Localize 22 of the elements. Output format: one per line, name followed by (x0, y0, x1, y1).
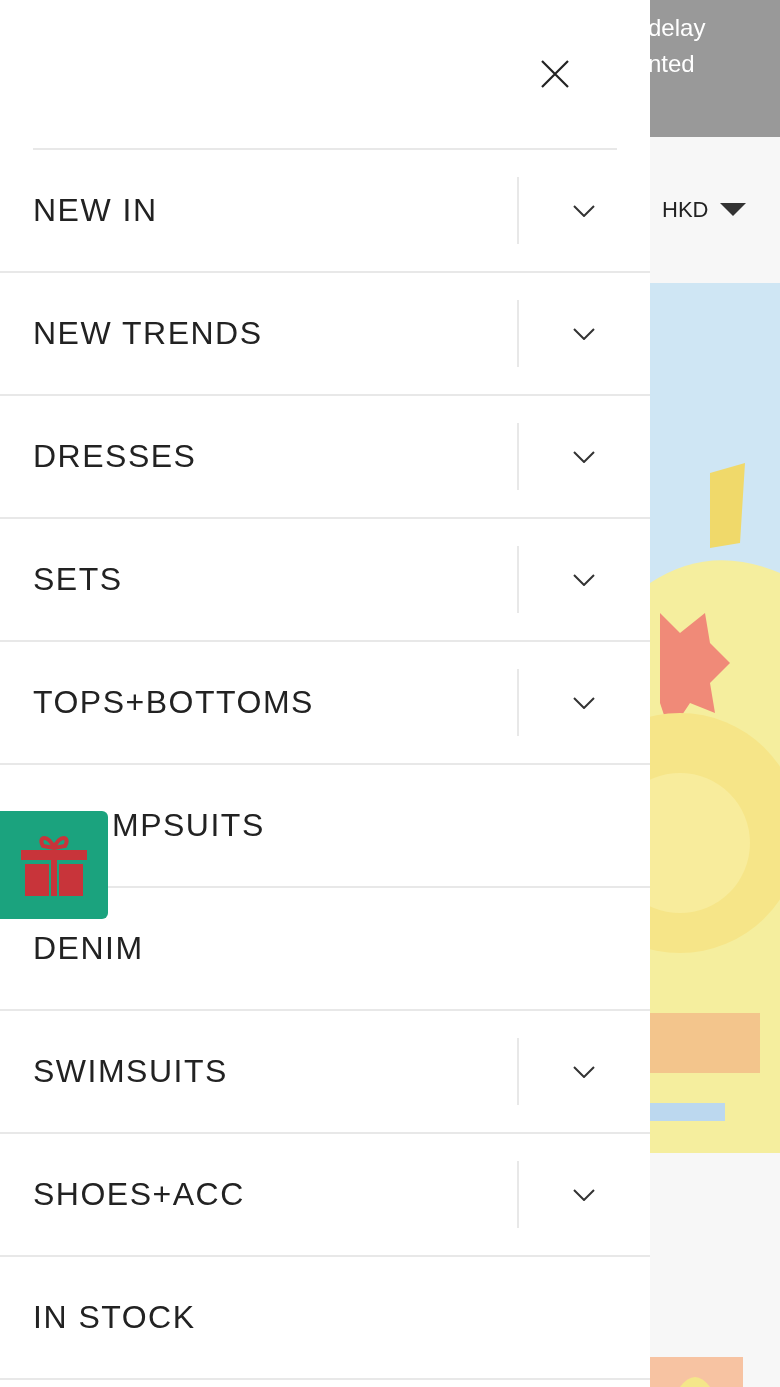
menu-item[interactable]: MPSUITS (112, 807, 265, 844)
caret-icon[interactable] (720, 203, 747, 217)
menu-item[interactable]: DRESSES (33, 438, 197, 475)
gift-icon (21, 834, 87, 896)
chevron-down-icon[interactable] (573, 1065, 595, 1078)
chevron-down-icon[interactable] (573, 450, 595, 463)
menu-item[interactable]: TOPS+BOTTOMS (33, 684, 314, 721)
menu-item[interactable]: SHOES+ACC (33, 1176, 245, 1213)
menu-item[interactable]: SETS (33, 561, 123, 598)
notice-text: nted (650, 49, 696, 79)
chevron-down-icon[interactable] (573, 1188, 595, 1201)
chevron-down-icon[interactable] (573, 696, 595, 709)
chevron-down-icon[interactable] (573, 204, 595, 217)
chevron-down-icon[interactable] (573, 327, 595, 340)
menu-item[interactable]: IN STOCK (33, 1299, 196, 1336)
menu-item[interactable]: SWIMSUITS (33, 1053, 228, 1090)
menu-item[interactable]: NEW TRENDS (33, 315, 263, 352)
menu-item[interactable]: NEW IN (33, 192, 158, 229)
currency-selector[interactable]: HKD (662, 197, 709, 223)
menu-item[interactable]: DENIM (33, 930, 144, 967)
close-icon[interactable] (541, 60, 569, 88)
chevron-down-icon[interactable] (573, 573, 595, 586)
